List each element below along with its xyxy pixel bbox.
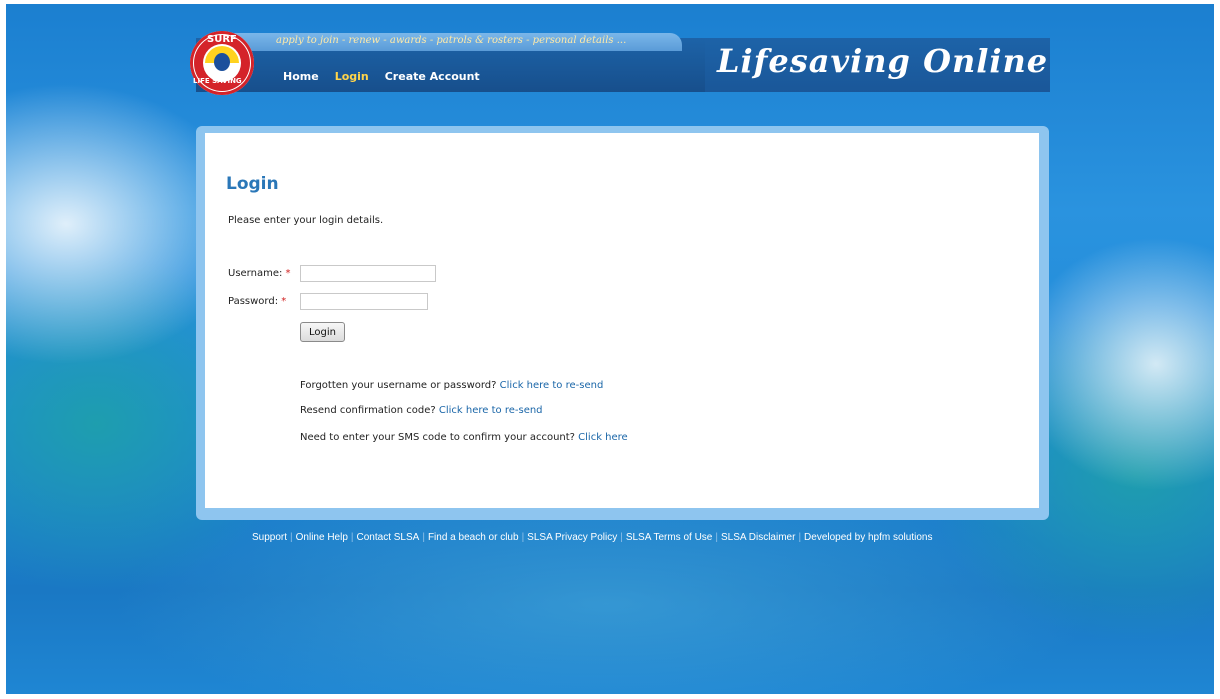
logo-figure <box>214 53 230 71</box>
footer-link-online-help[interactable]: Online Help <box>296 532 348 543</box>
password-input[interactable] <box>300 293 428 310</box>
footer-separator: | <box>290 532 293 543</box>
resend-confirmation-link[interactable]: Click here to re-send <box>439 405 543 416</box>
help-sms-code: Need to enter your SMS code to confirm y… <box>300 432 628 443</box>
help-text: Resend confirmation code? <box>300 405 436 416</box>
username-label: Username: * <box>228 268 291 279</box>
footer-link-contact[interactable]: Contact SLSA <box>357 532 420 543</box>
resend-credentials-link[interactable]: Click here to re-send <box>500 380 604 391</box>
sms-code-link[interactable]: Click here <box>578 432 628 443</box>
footer-separator: | <box>620 532 623 543</box>
brand-title: Lifesaving Online <box>717 42 1049 80</box>
footer-link-disclaimer[interactable]: SLSA Disclaimer <box>721 532 795 543</box>
footer-separator: | <box>422 532 425 543</box>
nav-home[interactable]: Home <box>283 70 319 83</box>
page-title: Login <box>226 174 279 194</box>
help-resend-confirmation: Resend confirmation code? Click here to … <box>300 405 543 416</box>
nav-login[interactable]: Login <box>335 70 369 83</box>
help-text: Forgotten your username or password? <box>300 380 497 391</box>
required-marker: * <box>285 268 291 279</box>
login-button[interactable]: Login <box>300 322 345 342</box>
help-text: Need to enter your SMS code to confirm y… <box>300 432 575 443</box>
help-forgot-credentials: Forgotten your username or password? Cli… <box>300 380 603 391</box>
footer-link-privacy[interactable]: SLSA Privacy Policy <box>527 532 617 543</box>
nav-create-account[interactable]: Create Account <box>385 70 480 83</box>
footer-separator: | <box>715 532 718 543</box>
password-label: Password: * <box>228 296 286 307</box>
logo-text-bottom: LIFE SAVING <box>193 77 242 85</box>
tagline: apply to join - renew - awards - patrols… <box>276 35 627 46</box>
main-nav: Home Login Create Account <box>283 70 480 83</box>
content-panel <box>205 133 1039 508</box>
surf-life-saving-logo[interactable]: SURF LIFE SAVING <box>190 31 254 95</box>
footer-separator: | <box>350 532 354 543</box>
footer-separator: | <box>798 532 802 543</box>
footer-separator: | <box>521 532 525 543</box>
footer-link-terms[interactable]: SLSA Terms of Use <box>626 532 713 543</box>
username-input[interactable] <box>300 265 436 282</box>
logo-text-top: SURF <box>207 34 237 45</box>
footer-links: Support | Online Help | Contact SLSA | Find a … <box>252 532 932 543</box>
footer-link-find-beach[interactable]: Find a beach or club <box>428 532 519 543</box>
login-instructions: Please enter your login details. <box>228 215 384 226</box>
footer-link-developer[interactable]: Developed by hpfm solutions <box>804 532 932 543</box>
username-label-text: Username: <box>228 268 283 279</box>
footer-link-support[interactable]: Support <box>252 532 287 543</box>
required-marker: * <box>281 296 287 307</box>
password-label-text: Password: <box>228 296 279 307</box>
brand-banner: Lifesaving Online <box>705 38 1050 92</box>
